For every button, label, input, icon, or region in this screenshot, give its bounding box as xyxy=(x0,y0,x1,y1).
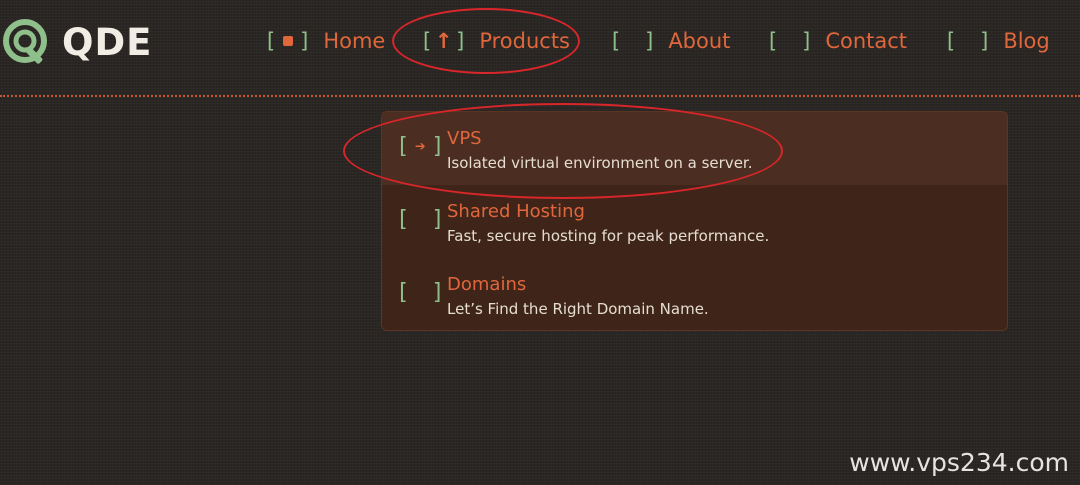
bracket-close: ] xyxy=(298,29,312,53)
bracket-open: [ xyxy=(396,134,410,159)
nav-item-products[interactable]: [ ↑ ] Products xyxy=(420,26,570,56)
arrow-right-icon: ➔ xyxy=(414,136,426,157)
site-header: QDE [ ] Home [ ↑ ] Products [ ] About [ … xyxy=(0,0,1080,96)
bracket-close: ] xyxy=(431,207,445,232)
bracket-close: ] xyxy=(431,280,445,305)
bracket-open: [ xyxy=(944,29,957,53)
nav-label: Products xyxy=(479,29,570,53)
dropdown-item-vps[interactable]: [ ➔ ] VPS Isolated virtual environment o… xyxy=(382,112,1007,185)
logo-text: QDE xyxy=(62,20,153,64)
dropdown-item-description: Let’s Find the Right Domain Name. xyxy=(447,300,709,318)
dropdown-item-description: Isolated virtual environment on a server… xyxy=(447,154,753,172)
nav-item-blog[interactable]: [ ] Blog xyxy=(944,26,1050,56)
watermark: www.vps234.com xyxy=(849,448,1069,477)
bracket-open: [ xyxy=(766,29,779,53)
logo[interactable]: QDE xyxy=(2,18,152,66)
dropdown-item-title: Shared Hosting xyxy=(447,201,585,222)
bracket-open: [ xyxy=(264,29,277,53)
nav-label: Home xyxy=(323,29,386,53)
dropdown-item-title: VPS xyxy=(447,128,482,149)
bracket-close: ] xyxy=(643,29,657,53)
dropdown-item-shared-hosting[interactable]: [ ] Shared Hosting Fast, secure hosting … xyxy=(382,185,1007,258)
bracket-open: [ xyxy=(396,280,410,305)
products-dropdown: [ ➔ ] VPS Isolated virtual environment o… xyxy=(381,111,1008,331)
dropdown-item-title: Domains xyxy=(447,274,527,295)
header-divider xyxy=(0,95,1080,97)
bracket-close: ] xyxy=(800,29,814,53)
nav-label: About xyxy=(668,29,731,53)
bracket-open: [ xyxy=(396,207,410,232)
nav-label: Blog xyxy=(1003,29,1050,53)
bracket-close: ] xyxy=(978,29,992,53)
bracket-open: [ xyxy=(420,29,433,53)
nav-item-home[interactable]: [ ] Home xyxy=(264,26,385,56)
logo-q-icon xyxy=(3,19,47,64)
nav-label: Contact xyxy=(825,29,908,53)
nav-item-about[interactable]: [ ] About xyxy=(609,26,730,56)
bracket-open: [ xyxy=(609,29,622,53)
bracket-close: ] xyxy=(454,29,468,53)
square-icon xyxy=(282,36,293,46)
bracket-close: ] xyxy=(431,134,445,159)
nav-item-contact[interactable]: [ ] Contact xyxy=(766,26,907,56)
dropdown-item-description: Fast, secure hosting for peak performanc… xyxy=(447,227,770,245)
arrow-up-icon: ↑ xyxy=(434,29,453,53)
dropdown-item-domains[interactable]: [ ] Domains Let’s Find the Right Domain … xyxy=(382,258,1007,330)
